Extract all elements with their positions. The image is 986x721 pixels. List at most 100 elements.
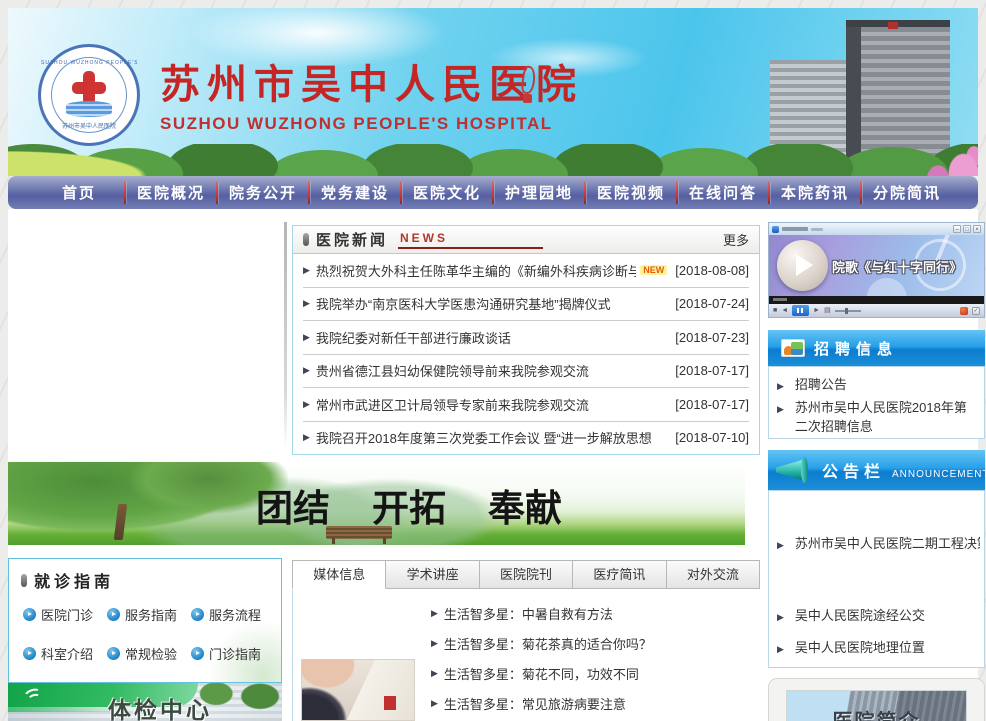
grass-decoration [8,150,238,176]
announcement-item[interactable]: ▶ 苏州市吴中人民医院二期工程决策事 [777,533,980,556]
intro-panel[interactable]: 医院简介 [768,678,985,721]
recruit-header: 招聘信息 [768,330,985,366]
news-date: [2018-07-24] [667,296,749,311]
player-controls: ■ ◄ ► ▤ ✓ [769,304,984,317]
record-icon[interactable] [960,307,968,315]
volume-slider[interactable] [835,310,861,312]
nav-item-overview[interactable]: 医院概况 [126,182,216,203]
pause-button[interactable] [792,305,809,316]
recruit-title: 招聘信息 [814,338,898,359]
news-date: [2018-07-23] [667,330,749,345]
article-item[interactable]: ▶生活智多星：中暑自救有方法 [431,598,652,628]
article-list: ▶生活智多星：中暑自救有方法 ▶生活智多星：菊花茶真的适合你吗？ ▶生活智多星：… [431,598,652,718]
guide-link-service-guide[interactable]: 服务指南 [107,605,191,624]
triangle-bullet-icon: ▶ [777,380,784,395]
triangle-bullet-icon: ▶ [777,403,784,437]
triangle-bullet-icon: ▶ [303,399,310,410]
news-item[interactable]: ▶ 热烈祝贺大外科主任陈革华主编的《新编外科疾病诊断与治 NEW [2018-0… [303,254,749,288]
nav-item-nursing[interactable]: 护理园地 [494,182,584,203]
calligraphy-seal [520,66,534,106]
video-player: – □ × 院歌《与红十字同行》 ■ ◄ ► ▤ ✓ [768,222,985,318]
tab-media-info[interactable]: 媒体信息 [292,560,386,589]
triangle-bullet-icon: ▶ [303,432,310,443]
checkup-title: 体检中心 [108,691,212,721]
news-title: 医院新闻 [316,229,388,250]
circle-arrow-icon [107,608,120,621]
tab-content: ▶生活智多星：中暑自救有方法 ▶生活智多星：菊花茶真的适合你吗？ ▶生活智多星：… [292,589,760,721]
triangle-bullet-icon: ▶ [303,365,310,376]
guide-link-clinic-guide[interactable]: 门诊指南 [191,644,275,663]
news-date: [2018-08-08] [667,263,749,278]
news-item[interactable]: ▶ 贵州省德江县妇幼保健院领导前来我院参观交流 [2018-07-17] [303,355,749,389]
guide-title: 就诊指南 [34,568,114,592]
play-button[interactable] [777,240,828,291]
bullet-capsule-icon [21,574,27,587]
nav-item-culture[interactable]: 医院文化 [402,182,492,203]
stop-icon[interactable]: ■ [773,305,777,317]
nav-item-party[interactable]: 党务建设 [310,182,400,203]
video-caption: 院歌《与红十字同行》 [832,257,962,276]
triangle-bullet-icon: ▶ [777,611,784,626]
article-item[interactable]: ▶生活智多星：菊花不同，功效不同 [431,658,652,688]
minimize-icon[interactable]: – [953,225,961,233]
player-stage: 院歌《与红十字同行》 [769,235,984,296]
nav-item-affairs[interactable]: 院务公开 [218,182,308,203]
news-more-link[interactable]: 更多 [723,230,749,249]
announcement-panel: ▶ 苏州市吴中人民医院二期工程决策事 ▶ 吴中人民医院途经公交 ▶ 吴中人民医院… [768,490,985,668]
flowers-decoration [898,132,978,176]
playlist-icon[interactable]: ▤ [824,305,831,317]
slogan-text: 团结 开拓 奉献 [256,478,562,532]
triangle-bullet-icon: ▶ [303,332,310,343]
media-panel: 媒体信息 学术讲座 医院院刊 医疗简讯 对外交流 ▶生活智多星：中暑自救有方法 … [292,560,760,721]
news-item[interactable]: ▶ 我院纪委对新任干部进行廉政谈话 [2018-07-23] [303,321,749,355]
news-panel: 医院新闻 NEWS 更多 ▶ 热烈祝贺大外科主任陈革华主编的《新编外科疾病诊断与… [292,225,760,455]
page: SUZHOU WUZHONG PEOPLE'S HOSPITAL 苏州市吴中人民… [0,0,986,721]
news-item[interactable]: ▶ 我院召开2018年度第三次党委工作会议 暨“进一步解放思想 [2018-07… [303,422,749,455]
nav-item-home[interactable]: 首页 [34,182,124,203]
circle-arrow-icon [191,608,204,621]
slogan-banner: 团结 开拓 奉献 [8,462,745,545]
announcement-title: 公告栏 [822,458,885,482]
recruit-item[interactable]: ▶ 苏州市吴中人民医院2018年第二次招聘信息 [777,397,978,439]
news-date: [2018-07-17] [667,363,749,378]
article-item[interactable]: ▶生活智多星：常见旅游病要注意 [431,688,652,718]
guide-link-tests[interactable]: 常规检验 [107,644,191,663]
guide-grid: 医院门诊 服务指南 服务流程 科室介绍 常规检验 门诊指南 健康体检 住院指南 … [23,605,275,683]
maximize-icon[interactable]: □ [963,225,971,233]
announcement-item[interactable]: ▶ 吴中人民医院地理位置 [777,637,980,660]
tab-medical-news[interactable]: 医疗简讯 [573,560,666,589]
announcement-title-en: ANNOUNCEMENT [892,469,986,480]
guide-link-outpatient[interactable]: 医院门诊 [23,605,107,624]
news-date: [2018-07-17] [667,397,749,412]
previous-icon[interactable]: ◄ [781,305,788,317]
guide-link-departments[interactable]: 科室介绍 [23,644,107,663]
triangle-bullet-icon: ▶ [777,539,784,554]
tab-exchange[interactable]: 对外交流 [667,560,760,589]
player-subtitle-blob [811,228,823,231]
close-icon[interactable]: × [973,225,981,233]
hospital-logo-icon[interactable]: SUZHOU WUZHONG PEOPLE'S HOSPITAL 苏州市吴中人民… [38,44,140,146]
player-titlebar: – □ × [769,223,984,235]
bullet-capsule-icon [303,233,309,246]
article-thumbnail-image [301,659,415,721]
red-cross-icon [72,71,106,105]
tab-bar: 媒体信息 学术讲座 医院院刊 医疗简讯 对外交流 [292,560,760,589]
checkup-center-banner[interactable]: 体检中心 [8,683,282,721]
news-item[interactable]: ▶ 常州市武进区卫计局领导专家前来我院参观交流 [2018-07-17] [303,388,749,422]
triangle-bullet-icon: ▶ [777,643,784,658]
guide-link-service-flow[interactable]: 服务流程 [191,605,275,624]
nav-item-qa[interactable]: 在线问答 [678,182,768,203]
announcement-item[interactable]: ▶ 吴中人民医院途经公交 [777,605,980,628]
settings-icon[interactable]: ✓ [972,307,980,315]
news-item[interactable]: ▶ 我院举办“南京医科大学医患沟通研究基地”揭牌仪式 [2018-07-24] [303,288,749,322]
next-icon[interactable]: ► [813,305,820,317]
nav-item-video[interactable]: 医院视频 [586,182,676,203]
logo-bottom-text: 苏州市吴中人民医院 [41,121,137,130]
tab-lectures[interactable]: 学术讲座 [386,560,479,589]
nav-item-branch[interactable]: 分院简讯 [862,182,952,203]
recruit-panel: ▶ 招聘公告 ▶ 苏州市吴中人民医院2018年第二次招聘信息 [768,366,985,439]
tab-journal[interactable]: 医院院刊 [480,560,573,589]
recruit-item[interactable]: ▶ 招聘公告 [777,374,978,397]
nav-item-pharmacy[interactable]: 本院药讯 [770,182,860,203]
article-item[interactable]: ▶生活智多星：菊花茶真的适合你吗？ [431,628,652,658]
